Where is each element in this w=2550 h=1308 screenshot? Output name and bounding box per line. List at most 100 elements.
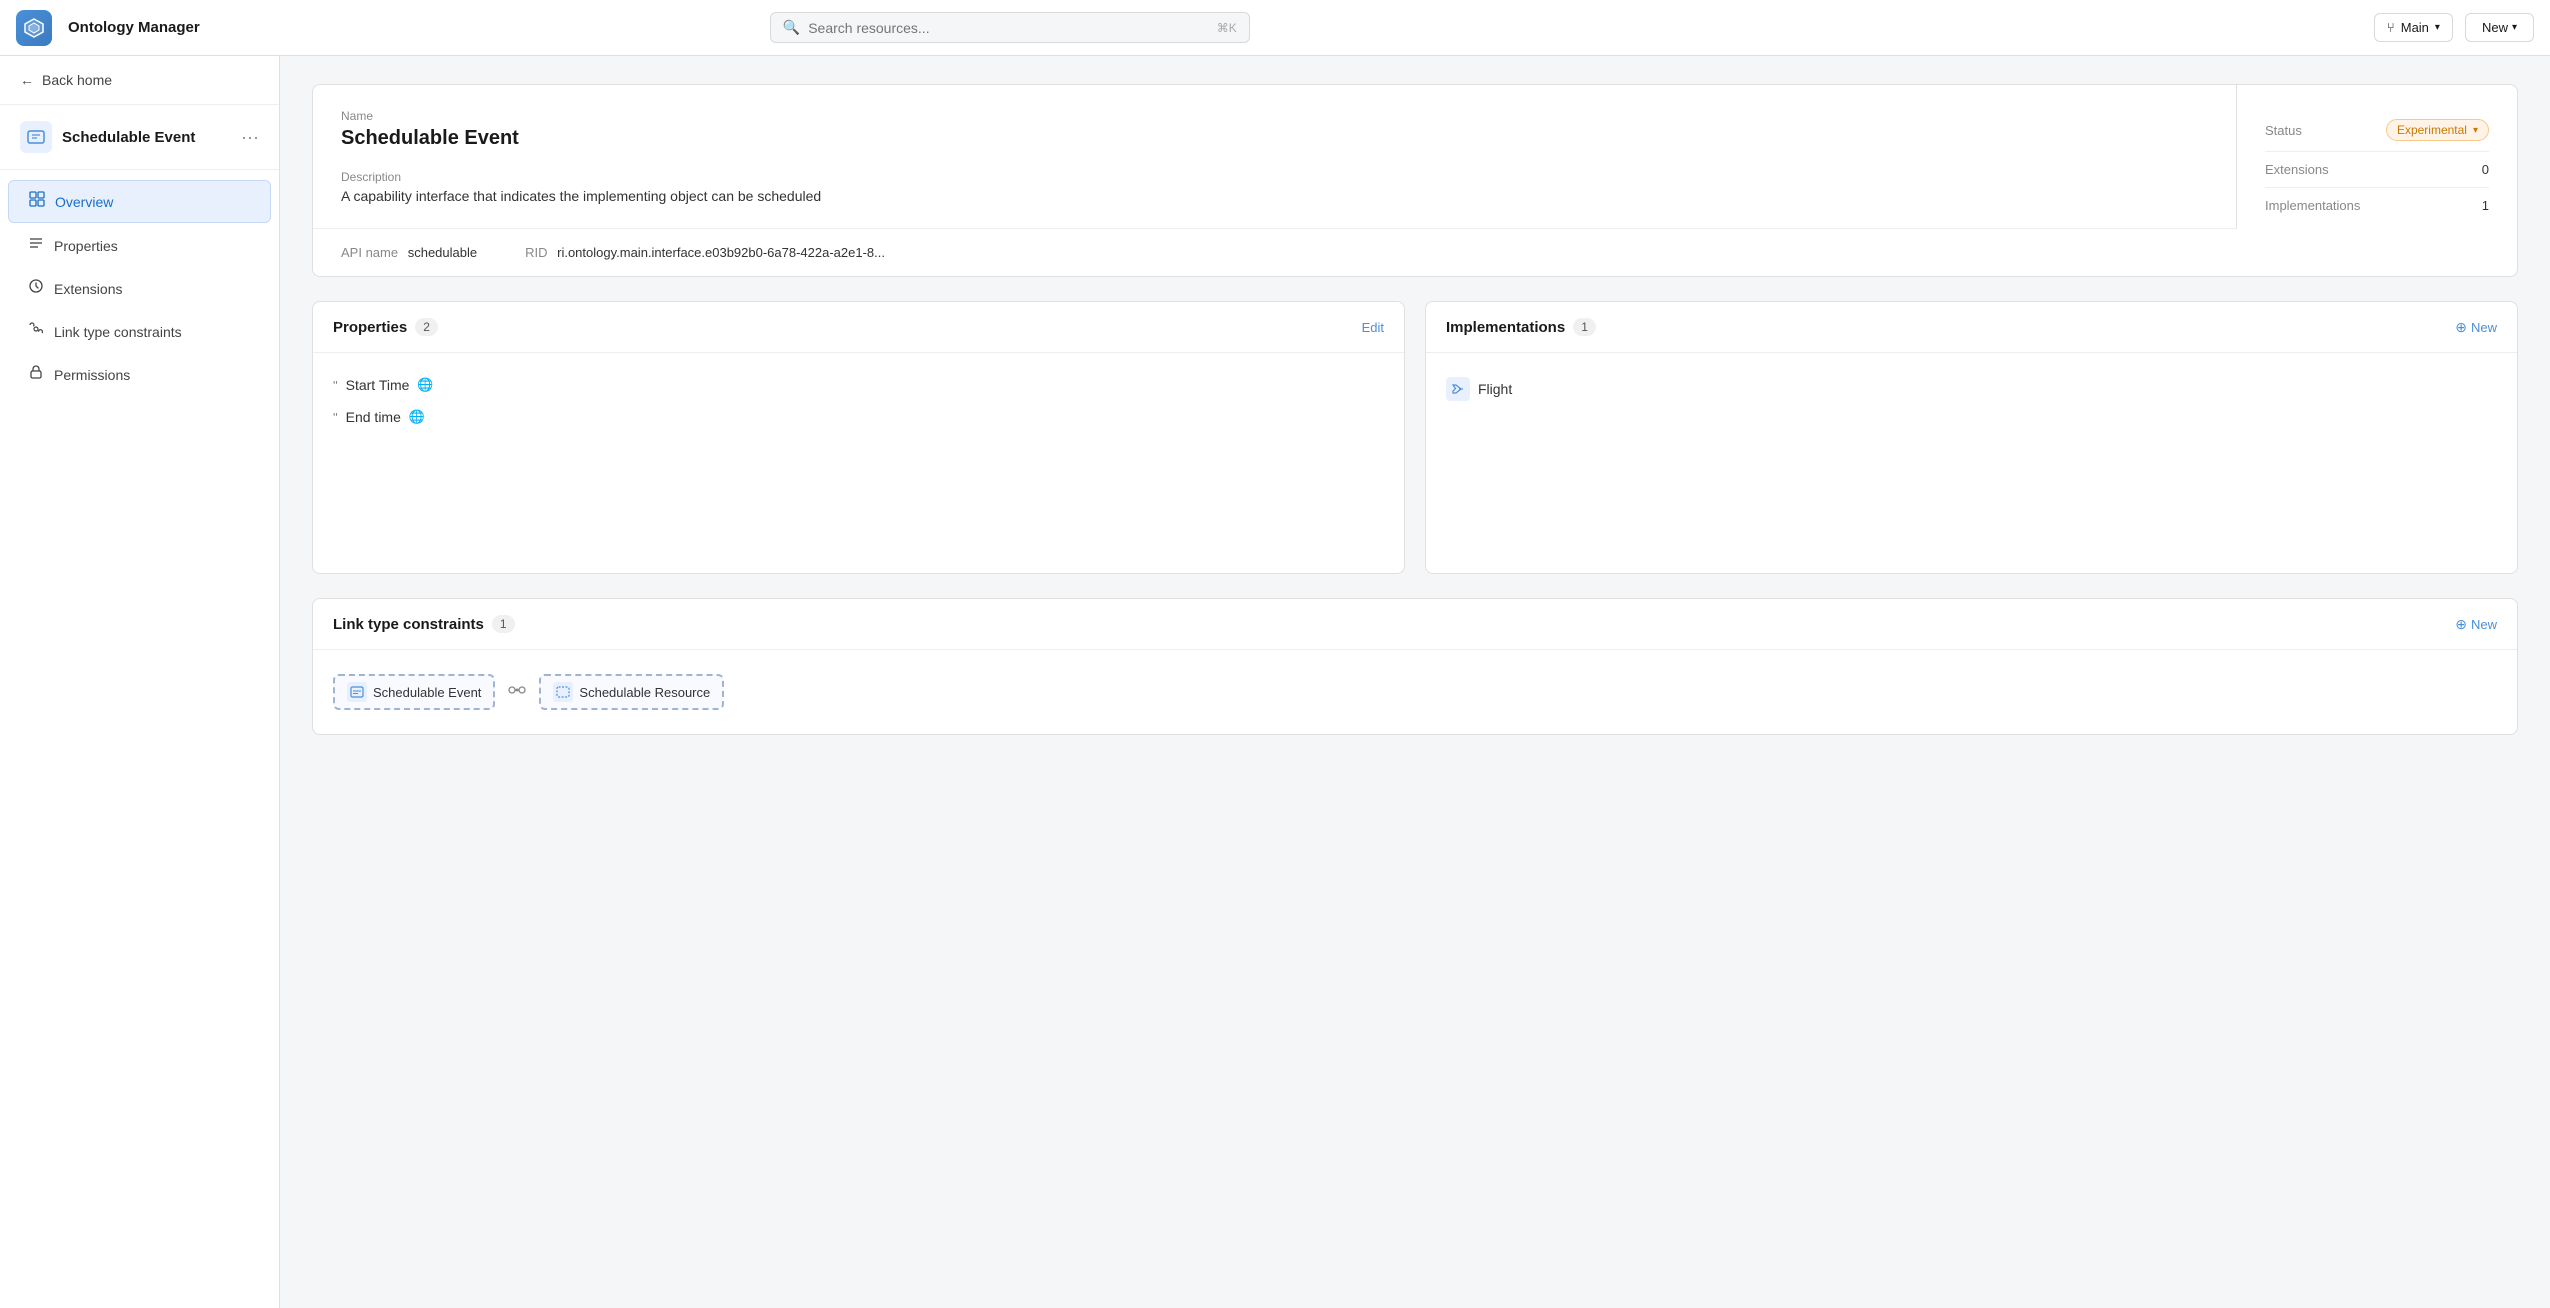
ltc-header: Link type constraints 1 ⊕ New (313, 599, 2517, 650)
search-icon: 🔍 (783, 19, 800, 36)
ltc-source-label: Schedulable Event (373, 685, 481, 700)
api-name-value: schedulable (408, 245, 477, 260)
ltc-source-entity[interactable]: Schedulable Event (333, 674, 495, 710)
ltc-target-entity[interactable]: Schedulable Resource (539, 674, 724, 710)
ltc-link-icon (507, 682, 527, 703)
sidebar-item-properties[interactable]: Properties (8, 225, 271, 266)
ltc-row: Schedulable Event (333, 666, 2497, 718)
implementation-name: Flight (1478, 381, 1512, 397)
entity-more-button[interactable]: ··· (241, 127, 259, 148)
main-content: Name Schedulable Event Description A cap… (280, 56, 2550, 1308)
sidebar: ← Back home Schedulable Event ··· (0, 56, 280, 1308)
entity-identity: Schedulable Event (20, 121, 195, 153)
info-card-left: Name Schedulable Event Description A cap… (313, 85, 2237, 228)
sidebar-nav: Overview Properties Extensions Link type… (0, 170, 279, 405)
ltc-panel-title: Link type constraints 1 (333, 615, 515, 633)
flight-icon (1446, 377, 1470, 401)
desc-label: Description (341, 170, 2208, 184)
entity-name: Schedulable Event (62, 129, 195, 146)
implementations-meta-value: 1 (2482, 198, 2489, 213)
branch-selector[interactable]: ⑂ Main ▾ (2374, 13, 2453, 42)
implementations-new-label: New (2471, 320, 2497, 335)
quote-icon: " (333, 410, 338, 425)
extensions-row: Extensions 0 (2265, 152, 2489, 188)
plus-circle-icon: ⊕ (2455, 616, 2467, 633)
sidebar-item-properties-label: Properties (54, 238, 118, 254)
quote-icon: " (333, 378, 338, 393)
new-button[interactable]: New ▾ (2465, 13, 2534, 42)
status-badge[interactable]: Experimental ▾ (2386, 119, 2489, 141)
sidebar-item-link-type-constraints[interactable]: Link type constraints (8, 311, 271, 352)
implementations-row: Implementations 1 (2265, 188, 2489, 223)
prop-name: Start Time (346, 377, 410, 393)
entity-icon (20, 121, 52, 153)
ltc-new-label: New (2471, 617, 2497, 632)
rid-label: RID (525, 245, 547, 260)
status-row: Status Experimental ▾ (2265, 109, 2489, 152)
layout: ← Back home Schedulable Event ··· (0, 56, 2550, 1308)
back-home-button[interactable]: ← Back home (0, 56, 279, 105)
list-item[interactable]: Flight (1446, 369, 2497, 409)
extensions-icon (28, 278, 44, 299)
new-button-label: New (2482, 20, 2508, 35)
sidebar-item-permissions[interactable]: Permissions (8, 354, 271, 395)
sidebar-item-extensions[interactable]: Extensions (8, 268, 271, 309)
implementations-title-text: Implementations (1446, 319, 1565, 336)
topbar-right: ⑂ Main ▾ New ▾ (2374, 13, 2534, 42)
link-type-icon (28, 321, 44, 342)
properties-panel: Properties 2 Edit " Start Time 🌐 " End t… (312, 301, 1405, 574)
name-label: Name (341, 109, 2208, 123)
search-input[interactable] (808, 20, 1209, 36)
implementations-panel: Implementations 1 ⊕ New (1425, 301, 2518, 574)
ltc-source-icon (347, 682, 367, 702)
extensions-meta-value: 0 (2482, 162, 2489, 177)
search-bar[interactable]: 🔍 ⌘K (770, 12, 1250, 43)
ltc-new-button[interactable]: ⊕ New (2455, 616, 2497, 633)
branch-icon: ⑂ (2387, 20, 2395, 35)
permissions-icon (28, 364, 44, 385)
search-shortcut: ⌘K (1217, 21, 1237, 35)
properties-panel-header: Properties 2 Edit (313, 302, 1404, 353)
overview-icon (29, 191, 45, 212)
api-name-label: API name (341, 245, 398, 260)
rid-value: ri.ontology.main.interface.e03b92b0-6a78… (557, 245, 885, 260)
plus-circle-icon: ⊕ (2455, 319, 2467, 336)
globe-icon: 🌐 (417, 377, 433, 393)
properties-panel-title: Properties 2 (333, 318, 438, 336)
sidebar-item-permissions-label: Permissions (54, 367, 130, 383)
back-home-label: Back home (42, 72, 112, 88)
info-card-right: Status Experimental ▾ Extensions 0 Imple… (2237, 85, 2517, 276)
ltc-target-icon (553, 682, 573, 702)
ltc-body: Schedulable Event (313, 650, 2517, 734)
entity-display-name: Schedulable Event (341, 127, 2208, 150)
properties-icon (28, 235, 44, 256)
info-card: Name Schedulable Event Description A cap… (312, 84, 2518, 277)
entity-description: A capability interface that indicates th… (341, 188, 2208, 204)
properties-title-text: Properties (333, 319, 407, 336)
implementations-meta-label: Implementations (2265, 198, 2360, 213)
globe-icon: 🌐 (409, 409, 425, 425)
app-title: Ontology Manager (68, 19, 200, 36)
implementations-count: 1 (1573, 318, 1596, 336)
app-logo (16, 10, 52, 46)
properties-panel-body: " Start Time 🌐 " End time 🌐 (313, 353, 1404, 573)
list-item[interactable]: " Start Time 🌐 (333, 369, 1384, 401)
properties-edit-button[interactable]: Edit (1362, 320, 1384, 335)
back-arrow-icon: ← (20, 72, 34, 88)
ltc-target-label: Schedulable Resource (579, 685, 710, 700)
implementations-panel-title: Implementations 1 (1446, 318, 1596, 336)
entity-header: Schedulable Event ··· (0, 105, 279, 170)
sidebar-item-overview[interactable]: Overview (8, 180, 271, 223)
list-item[interactable]: " End time 🌐 (333, 401, 1384, 433)
ltc-count: 1 (492, 615, 515, 633)
panels-row: Properties 2 Edit " Start Time 🌐 " End t… (312, 301, 2518, 574)
prop-name: End time (346, 409, 401, 425)
status-value: Experimental (2397, 123, 2467, 137)
properties-count: 2 (415, 318, 438, 336)
sidebar-item-extensions-label: Extensions (54, 281, 122, 297)
topbar: Ontology Manager 🔍 ⌘K ⑂ Main ▾ New ▾ (0, 0, 2550, 56)
implementations-panel-body: Flight (1426, 353, 2517, 573)
implementations-new-button[interactable]: ⊕ New (2455, 319, 2497, 336)
branch-label: Main (2401, 20, 2429, 35)
implementations-panel-header: Implementations 1 ⊕ New (1426, 302, 2517, 353)
